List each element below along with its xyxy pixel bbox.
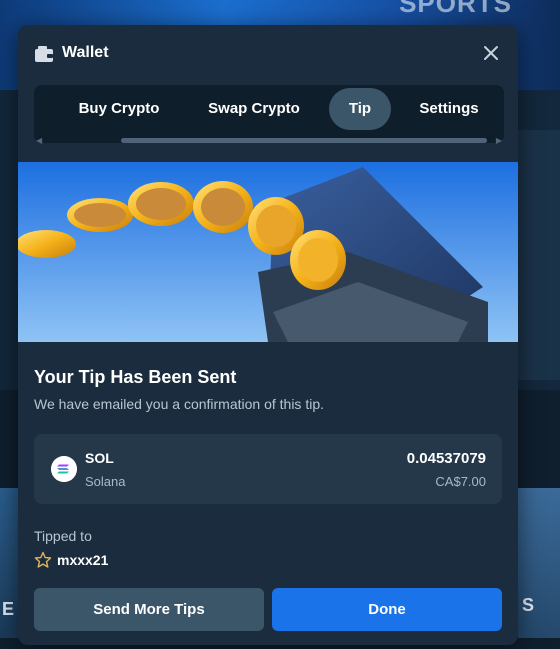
- tab-swap-crypto[interactable]: Swap Crypto: [194, 88, 314, 130]
- modal-title: Wallet: [62, 44, 109, 61]
- tab-tip[interactable]: Tip: [329, 88, 391, 130]
- tabs-scrollbar[interactable]: ◀ ▶: [34, 135, 504, 147]
- done-button[interactable]: Done: [272, 588, 502, 631]
- coin-name: Solana: [85, 474, 126, 489]
- coin-symbol: SOL: [85, 450, 114, 466]
- tab-buy-crypto[interactable]: Buy Crypto: [64, 88, 174, 130]
- background-sports-text: SPORTS: [399, 0, 512, 18]
- wallet-modal: Wallet Buy Crypto Swap Crypto Tip Settin…: [18, 25, 518, 645]
- solana-icon: [51, 456, 77, 482]
- send-more-tips-button[interactable]: Send More Tips: [34, 588, 264, 631]
- scrollbar-thumb[interactable]: [121, 138, 487, 143]
- recipient-username[interactable]: mxxx21: [57, 552, 108, 568]
- confirmation-heading: Your Tip Has Been Sent: [34, 367, 237, 387]
- scroll-left-icon[interactable]: ◀: [36, 136, 42, 145]
- background-card-right: S: [518, 488, 560, 638]
- tab-settings[interactable]: Settings: [406, 88, 492, 130]
- close-icon[interactable]: [481, 43, 501, 63]
- scroll-right-icon[interactable]: ▶: [496, 136, 502, 145]
- tipped-to-label: Tipped to: [34, 528, 92, 544]
- tip-coin-card: SOL Solana 0.04537079 CA$7.00: [34, 434, 502, 504]
- coin-amount: 0.04537079: [406, 450, 486, 467]
- confirmation-subtext: We have emailed you a confirmation of th…: [34, 396, 325, 412]
- coin-fiat-value: CA$7.00: [435, 474, 486, 489]
- wallet-icon: [35, 46, 53, 62]
- tip-banner-image: [18, 162, 518, 342]
- modal-header: Wallet: [18, 25, 518, 85]
- star-icon: [34, 551, 52, 568]
